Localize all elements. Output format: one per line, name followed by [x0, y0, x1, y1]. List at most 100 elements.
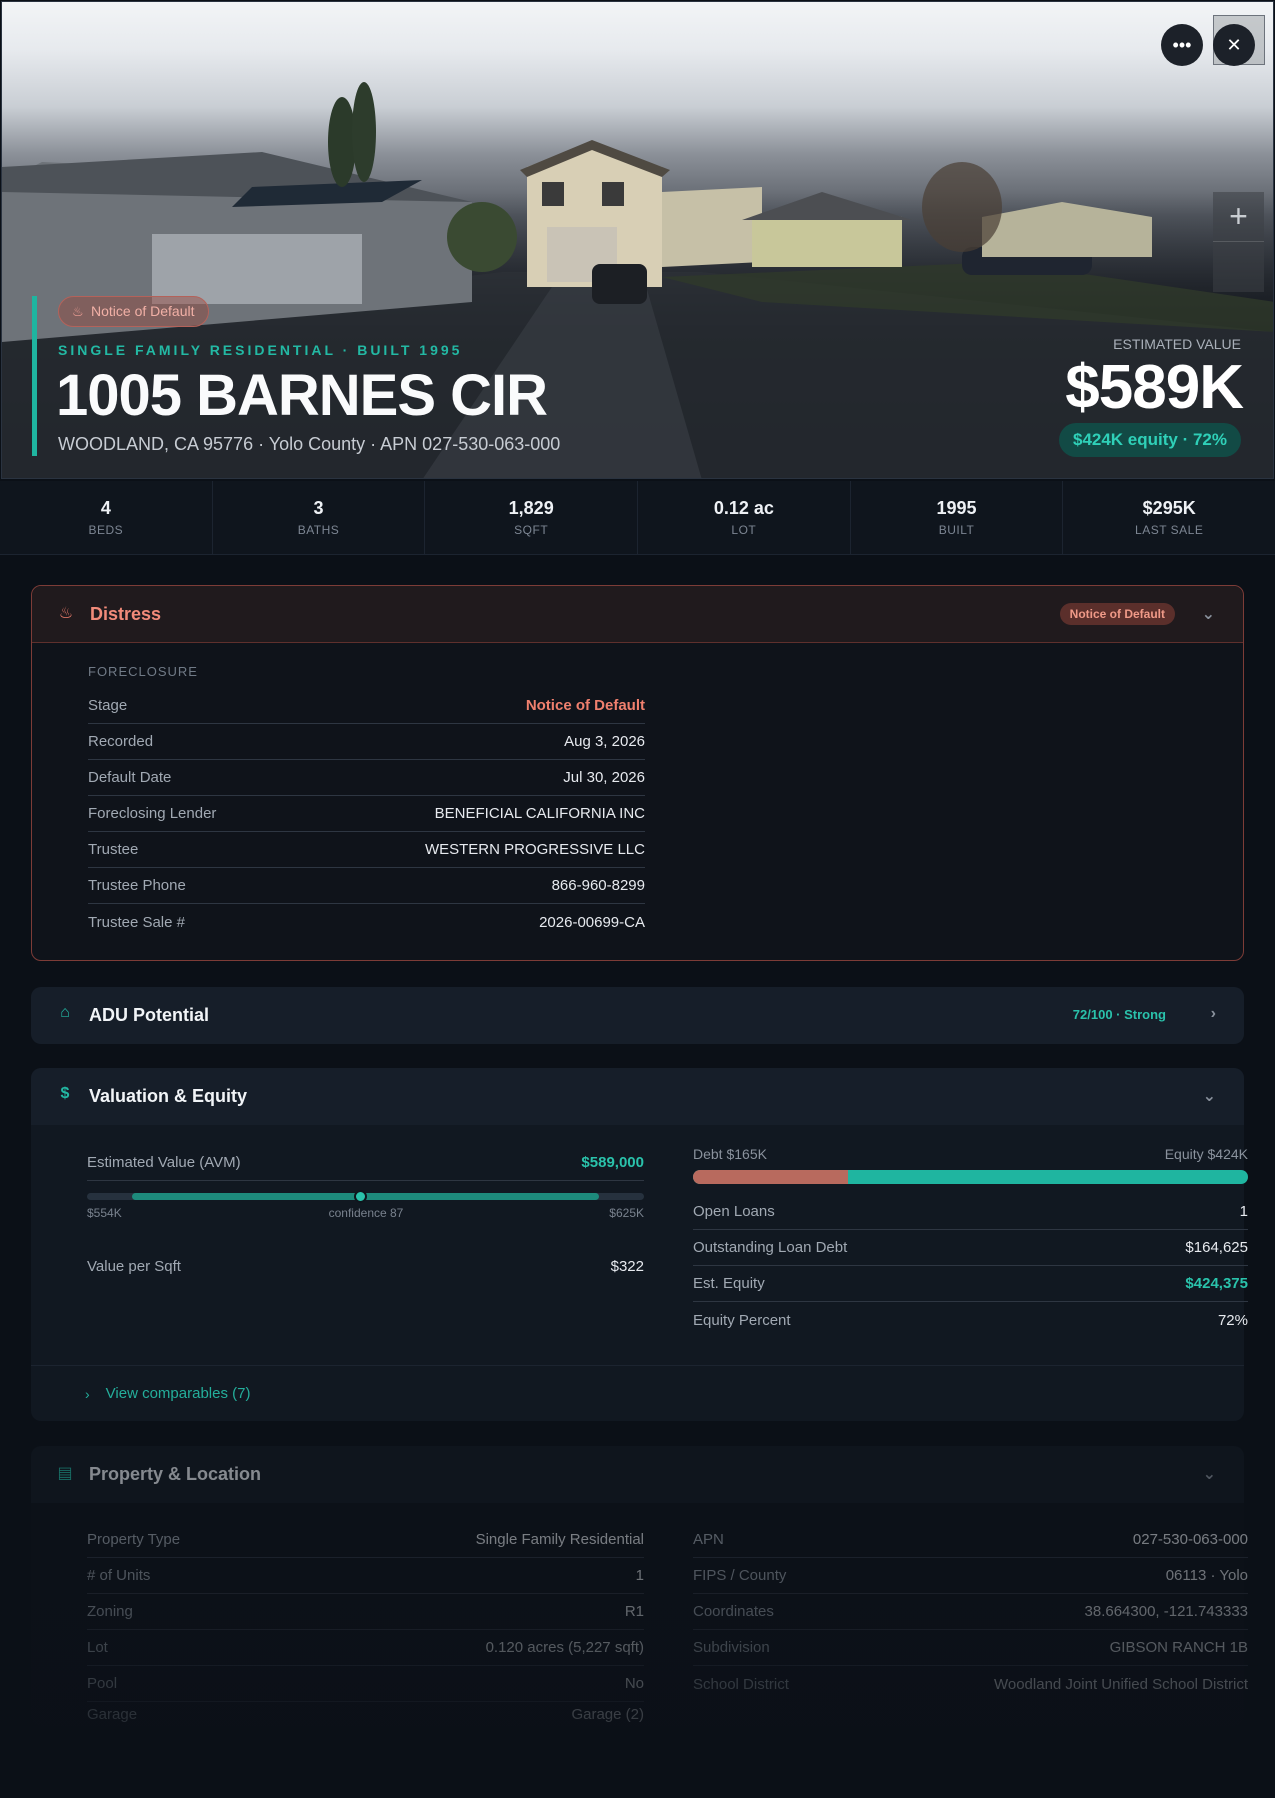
distress-status-badge: Notice of Default [1059, 603, 1175, 625]
stat-value: 4 [100, 498, 111, 518]
stat-label: SQFT [514, 523, 549, 537]
foreclosure-section-title: FORECLOSURE [88, 664, 198, 679]
stat-value: 0.12 ac [713, 498, 774, 518]
equity-pill: $424K equity · 72% [1058, 423, 1241, 457]
debt-label: Debt $165K [693, 1146, 767, 1162]
kv-value: Single Family Residential [475, 1531, 644, 1548]
adu-score: 72/100 · Strong [1072, 1007, 1166, 1022]
valuation-card-header[interactable]: $ Valuation & Equity ⌄ [31, 1068, 1244, 1125]
kv-key: Stage [88, 697, 128, 714]
kv-row-trustee-sale: Trustee Sale # 2026-00699-CA [88, 904, 645, 940]
home-icon: ⌂ [60, 1004, 70, 1021]
kv-key: # of Units [87, 1567, 151, 1584]
kv-row-open-loans: Open Loans 1 [693, 1194, 1248, 1230]
property-card-title: Property & Location [89, 1464, 262, 1484]
kv-key: Default Date [88, 769, 172, 786]
kv-key: Est. Equity [693, 1275, 765, 1292]
kv-row-apn: APN 027-530-063-000 [693, 1522, 1248, 1558]
kv-row-stage: Stage Notice of Default [88, 688, 645, 724]
kv-row-equity-percent: Equity Percent 72% [693, 1302, 1248, 1338]
kv-key: Estimated Value (AVM) [87, 1154, 241, 1171]
debt-portion [693, 1170, 849, 1184]
property-address-title: 1005 BARNES CIR [56, 363, 548, 428]
stat-label: BUILT [938, 523, 975, 537]
kv-key: Outstanding Loan Debt [693, 1239, 848, 1256]
distress-card-header[interactable]: ♨ Distress Notice of Default ⌄ [32, 586, 1243, 643]
avm-range-marker [353, 1190, 367, 1203]
stat-last-sale: $295K LAST SALE [1063, 481, 1275, 554]
kv-key: Coordinates [693, 1603, 774, 1620]
stat-beds: 4 BEDS [0, 481, 213, 554]
stat-label: LAST SALE [1135, 523, 1204, 537]
range-low-label: $554K [87, 1206, 122, 1220]
kv-row-est-equity: Est. Equity $424,375 [693, 1266, 1248, 1302]
zoom-control: + [1213, 192, 1264, 292]
view-comparables-label: View comparables (7) [105, 1385, 251, 1402]
kv-key: Property Type [87, 1531, 181, 1548]
kv-key: Lot [87, 1639, 108, 1656]
kv-value: 06113 · Yolo [1165, 1567, 1248, 1584]
kv-key: Trustee Sale # [88, 913, 185, 931]
kv-key: Recorded [88, 733, 154, 750]
kv-value: No [624, 1675, 644, 1692]
equity-label: Equity $424K [1164, 1146, 1248, 1162]
kv-value: 38.664300, -121.743333 [1084, 1603, 1248, 1620]
kv-value: BENEFICIAL CALIFORNIA INC [434, 805, 645, 822]
kv-key: Value per Sqft [87, 1257, 181, 1275]
stat-value: $295K [1142, 498, 1196, 518]
kv-value: $424,375 [1185, 1275, 1248, 1292]
chevron-right-icon[interactable]: › [1211, 1005, 1216, 1023]
kv-value: $322 [610, 1257, 644, 1275]
chevron-down-icon[interactable]: ⌄ [1203, 1086, 1216, 1106]
estimated-value-label: ESTIMATED VALUE [1113, 336, 1241, 352]
plus-icon: + [1229, 198, 1248, 234]
stat-label: BEDS [88, 523, 124, 537]
more-horizontal-icon: ••• [1172, 34, 1192, 55]
kv-key: Foreclosing Lender [88, 805, 217, 822]
flame-icon: ♨ [72, 304, 84, 319]
property-location-card: ▤ Property & Location ⌄ Property Type Sin… [31, 1446, 1248, 1726]
more-button[interactable]: ••• [1161, 24, 1203, 66]
stat-value: 3 [313, 498, 324, 518]
avm-row: Estimated Value (AVM) $589,000 [87, 1145, 644, 1181]
distress-badge-label: Notice of Default [91, 303, 195, 319]
property-card-header[interactable]: ▤ Property & Location ⌄ [31, 1446, 1244, 1503]
kv-key: FIPS / County [693, 1567, 787, 1584]
kv-value: $589,000 [581, 1154, 644, 1171]
kv-row-lender: Foreclosing Lender BENEFICIAL CALIFORNIA … [88, 796, 645, 832]
chevron-down-icon[interactable]: ⌄ [1203, 1464, 1216, 1484]
kv-row-property-type: Property Type Single Family Residential [87, 1522, 644, 1558]
kv-value: Garage (2) [571, 1705, 644, 1723]
kv-key: Garage [87, 1705, 138, 1723]
hero-accent-bar [32, 296, 37, 456]
close-button[interactable]: ✕ [1213, 24, 1255, 66]
distress-card: ♨ Distress Notice of Default ⌄ FORECLOSU… [31, 585, 1244, 961]
adu-card-header[interactable]: ⌂ ADU Potential 72/100 · Strong › [31, 987, 1244, 1044]
zoom-in-button[interactable]: + [1213, 192, 1264, 242]
chevron-down-icon[interactable]: ⌄ [1202, 604, 1215, 624]
avm-range-track [87, 1190, 644, 1203]
property-hero: ••• ✕ + ♨ Notice of Default SINGLE FAMIL… [1, 1, 1274, 479]
kv-value: WESTERN PROGRESSIVE LLC [424, 841, 645, 858]
stat-label: LOT [731, 523, 757, 537]
kv-row-fips: FIPS / County 06113 · Yolo [693, 1558, 1248, 1594]
adu-card[interactable]: ⌂ ADU Potential 72/100 · Strong › [31, 987, 1244, 1044]
kv-value: 027-530-063-000 [1132, 1531, 1248, 1548]
kv-value: R1 [624, 1603, 644, 1620]
kv-key: APN [693, 1531, 724, 1548]
kv-value: 1 [1239, 1203, 1248, 1220]
range-high-label: $625K [609, 1206, 644, 1220]
stat-built: 1995 BUILT [851, 481, 1064, 554]
distress-badge: ♨ Notice of Default [58, 296, 209, 327]
view-comparables-link[interactable]: › View comparables (7) [31, 1365, 1244, 1421]
kv-value: 1 [635, 1567, 644, 1584]
property-subtitle: SINGLE FAMILY RESIDENTIAL · BUILT 1995 [58, 342, 463, 358]
close-icon: ✕ [1226, 34, 1242, 55]
stat-value: 1995 [936, 498, 977, 518]
kv-value: 0.120 acres (5,227 sqft) [485, 1639, 644, 1656]
dollar-icon: $ [60, 1085, 70, 1102]
value-per-sqft-row: Value per Sqft $322 [87, 1248, 644, 1284]
property-location: WOODLAND, CA 95776 · Yolo County · APN 0… [58, 434, 561, 454]
kv-row-coordinates: Coordinates 38.664300, -121.743333 [693, 1594, 1248, 1630]
stat-label: BATHS [297, 523, 340, 537]
